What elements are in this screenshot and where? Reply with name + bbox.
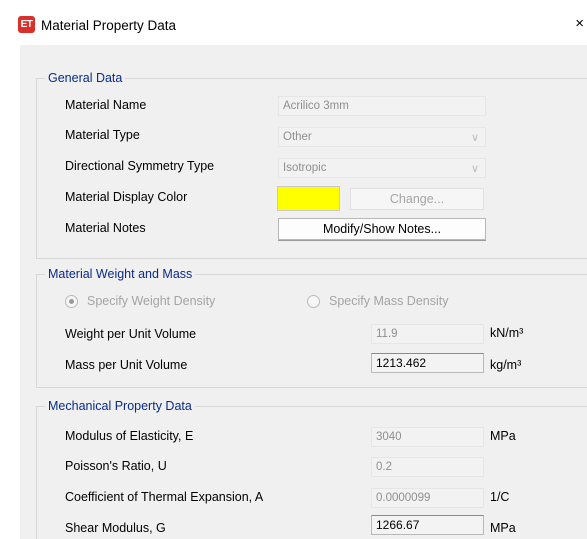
symmetry-type-select[interactable]: Isotropic ∨ (278, 158, 486, 178)
general-data-title: General Data (45, 71, 126, 85)
weight-mass-group: Material Weight and Mass Specify Weight … (36, 267, 587, 388)
thermal-expansion-unit: 1/C (490, 490, 510, 504)
window-title: Material Property Data (41, 18, 177, 33)
weight-mass-title: Material Weight and Mass (45, 267, 196, 281)
weight-per-volume-unit: kN/m³ (490, 326, 524, 340)
title-bar: ET Material Property Data × (10, 7, 587, 45)
material-name-label: Material Name (65, 98, 147, 112)
material-type-label: Material Type (65, 128, 140, 142)
material-name-field[interactable]: Acrilico 3mm (278, 96, 486, 116)
mass-density-radio[interactable] (307, 295, 320, 308)
symmetry-type-value: Isotropic (283, 162, 327, 174)
modify-notes-button[interactable]: Modify/Show Notes... (278, 218, 486, 240)
weight-density-radio[interactable] (65, 295, 78, 308)
etabs-app-icon: ET (18, 16, 35, 33)
display-color-swatch[interactable] (277, 186, 340, 211)
mass-density-label[interactable]: Specify Mass Density (329, 294, 448, 308)
weight-density-label[interactable]: Specify Weight Density (87, 294, 215, 308)
display-color-label: Material Display Color (65, 190, 188, 204)
material-type-value: Other (283, 131, 312, 143)
elasticity-field[interactable]: 3040 (371, 427, 484, 447)
poisson-ratio-label: Poisson's Ratio, U (65, 459, 167, 473)
mass-per-volume-unit: kg/m³ (490, 358, 522, 372)
mechanical-property-title: Mechanical Property Data (45, 399, 195, 413)
mass-per-volume-field[interactable]: 1213.462 (371, 353, 484, 373)
chevron-down-icon: ∨ (470, 163, 479, 175)
poisson-ratio-field[interactable]: 0.2 (371, 457, 484, 477)
close-icon[interactable]: × (575, 16, 584, 31)
weight-per-volume-field[interactable]: 11.9 (371, 324, 484, 344)
thermal-expansion-label: Coefficient of Thermal Expansion, A (65, 490, 264, 504)
dialog-body: General Data Material Name Acrilico 3mm … (20, 45, 587, 539)
material-type-select[interactable]: Other ∨ (278, 127, 486, 147)
thermal-expansion-field[interactable]: 0.0000099 (371, 488, 484, 508)
symmetry-type-label: Directional Symmetry Type (65, 159, 215, 173)
elasticity-unit: MPa (490, 429, 516, 443)
shear-modulus-unit: MPa (490, 521, 516, 535)
general-data-group: General Data Material Name Acrilico 3mm … (36, 71, 587, 259)
mass-per-volume-label: Mass per Unit Volume (65, 358, 188, 372)
shear-modulus-field[interactable]: 1266.67 (371, 515, 484, 535)
mechanical-property-group: Mechanical Property Data Modulus of Elas… (36, 399, 587, 539)
change-color-button[interactable]: Change... (350, 188, 484, 210)
weight-per-volume-label: Weight per Unit Volume (65, 327, 197, 341)
shear-modulus-label: Shear Modulus, G (65, 521, 166, 535)
chevron-down-icon: ∨ (470, 132, 479, 144)
elasticity-label: Modulus of Elasticity, E (65, 429, 194, 443)
material-notes-label: Material Notes (65, 221, 146, 235)
